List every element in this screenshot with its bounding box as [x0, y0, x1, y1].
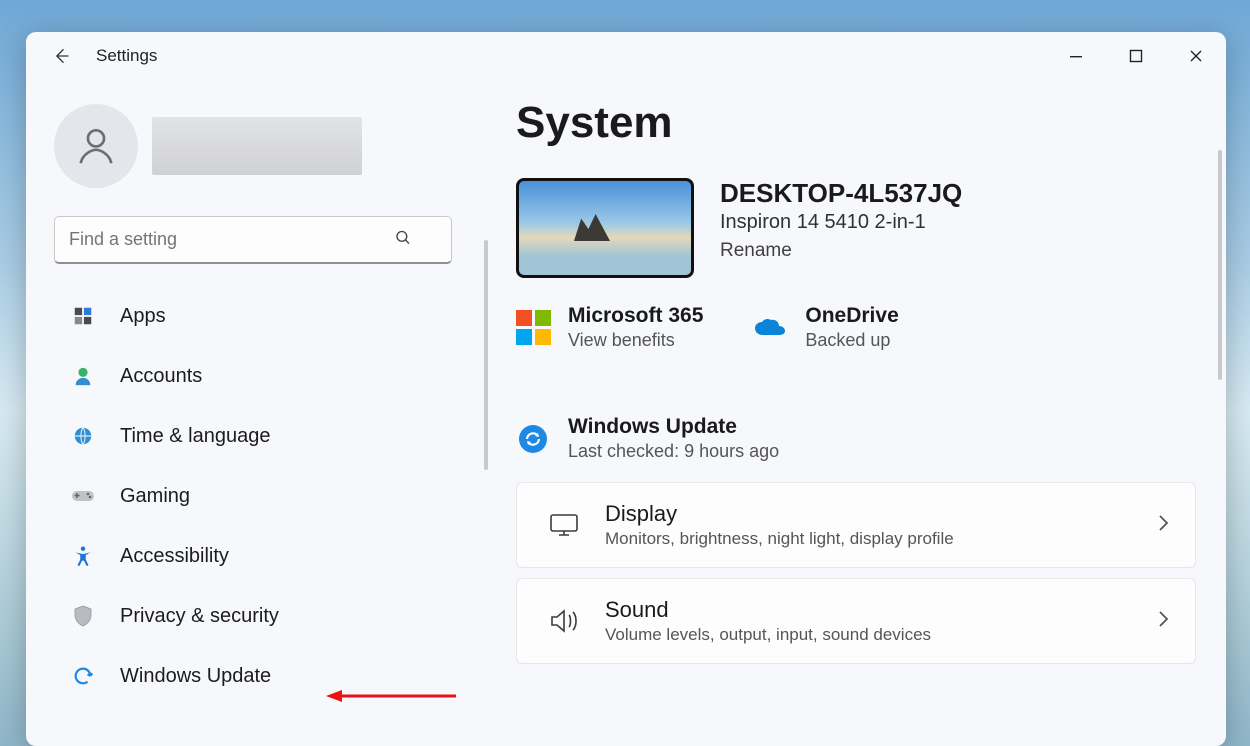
wallpaper-thumbnail[interactable] — [516, 178, 694, 278]
chevron-right-icon — [1157, 514, 1169, 537]
display-icon — [543, 513, 585, 537]
rename-link[interactable]: Rename — [720, 240, 962, 262]
sidebar-item-accounts[interactable]: Accounts — [54, 346, 458, 406]
tile-subtitle: Last checked: 9 hours ago — [568, 441, 779, 462]
sidebar: Apps Accounts Time & language — [26, 80, 486, 746]
settings-window: Settings — [26, 32, 1226, 746]
tile-subtitle: Backed up — [805, 330, 898, 351]
windows-update-icon — [516, 422, 550, 456]
device-model: Inspiron 14 5410 2-in-1 — [720, 211, 962, 234]
profile-name-redacted — [152, 117, 362, 175]
update-icon — [68, 665, 98, 687]
settings-cards: Display Monitors, brightness, night ligh… — [516, 482, 1196, 664]
minimize-icon — [1069, 49, 1083, 63]
accounts-icon — [68, 365, 98, 387]
gamepad-icon — [68, 488, 98, 504]
sidebar-item-apps[interactable]: Apps — [54, 286, 458, 346]
device-name: DESKTOP-4L537JQ — [720, 178, 962, 209]
minimize-button[interactable] — [1046, 36, 1106, 76]
avatar — [54, 104, 138, 188]
accessibility-icon — [68, 545, 98, 567]
sidebar-item-label: Accessibility — [120, 545, 229, 568]
sidebar-item-gaming[interactable]: Gaming — [54, 466, 458, 526]
apps-icon — [68, 305, 98, 327]
close-button[interactable] — [1166, 36, 1226, 76]
arrow-left-icon — [51, 46, 71, 66]
card-title: Sound — [605, 597, 1157, 623]
search-input[interactable] — [54, 216, 452, 264]
tile-title: Windows Update — [568, 415, 779, 439]
shield-icon — [68, 605, 98, 627]
card-subtitle: Monitors, brightness, night light, displ… — [605, 529, 1157, 549]
maximize-button[interactable] — [1106, 36, 1166, 76]
tile-windows-update[interactable]: Windows Update Last checked: 9 hours ago — [516, 415, 1196, 462]
sidebar-item-windows-update[interactable]: Windows Update — [54, 646, 458, 706]
sidebar-item-label: Apps — [120, 305, 166, 328]
device-summary: DESKTOP-4L537JQ Inspiron 14 5410 2-in-1 … — [516, 178, 1196, 278]
chevron-right-icon — [1157, 610, 1169, 633]
card-display[interactable]: Display Monitors, brightness, night ligh… — [516, 482, 1196, 568]
tile-subtitle: View benefits — [568, 330, 703, 351]
tile-onedrive[interactable]: OneDrive Backed up — [753, 304, 898, 351]
status-tiles: Microsoft 365 View benefits OneDrive Bac… — [516, 304, 1196, 462]
sidebar-item-label: Time & language — [120, 425, 270, 448]
search-icon — [394, 229, 412, 252]
person-icon — [73, 123, 119, 169]
sidebar-item-accessibility[interactable]: Accessibility — [54, 526, 458, 586]
back-button[interactable] — [44, 39, 78, 73]
window-controls — [1046, 36, 1226, 76]
page-title: System — [516, 98, 1196, 148]
main-content: System DESKTOP-4L537JQ Inspiron 14 5410 … — [486, 80, 1226, 746]
profile-block[interactable] — [54, 104, 458, 188]
titlebar: Settings — [26, 32, 1226, 80]
microsoft-logo-icon — [516, 311, 550, 345]
nav-list: Apps Accounts Time & language — [54, 286, 458, 706]
close-icon — [1189, 49, 1203, 63]
sidebar-item-privacy-security[interactable]: Privacy & security — [54, 586, 458, 646]
tile-title: OneDrive — [805, 304, 898, 328]
sidebar-item-label: Accounts — [120, 365, 202, 388]
sound-icon — [543, 608, 585, 634]
tile-microsoft365[interactable]: Microsoft 365 View benefits — [516, 304, 703, 351]
onedrive-icon — [753, 311, 787, 345]
card-subtitle: Volume levels, output, input, sound devi… — [605, 625, 1157, 645]
tile-title: Microsoft 365 — [568, 304, 703, 328]
window-title: Settings — [96, 46, 157, 66]
card-sound[interactable]: Sound Volume levels, output, input, soun… — [516, 578, 1196, 664]
sidebar-item-label: Gaming — [120, 485, 190, 508]
card-title: Display — [605, 501, 1157, 527]
sidebar-item-label: Windows Update — [120, 665, 271, 688]
search-box[interactable] — [54, 216, 458, 264]
globe-clock-icon — [68, 425, 98, 447]
maximize-icon — [1129, 49, 1143, 63]
main-scrollbar[interactable] — [1218, 150, 1222, 380]
sidebar-item-label: Privacy & security — [120, 605, 279, 628]
sidebar-item-time-language[interactable]: Time & language — [54, 406, 458, 466]
